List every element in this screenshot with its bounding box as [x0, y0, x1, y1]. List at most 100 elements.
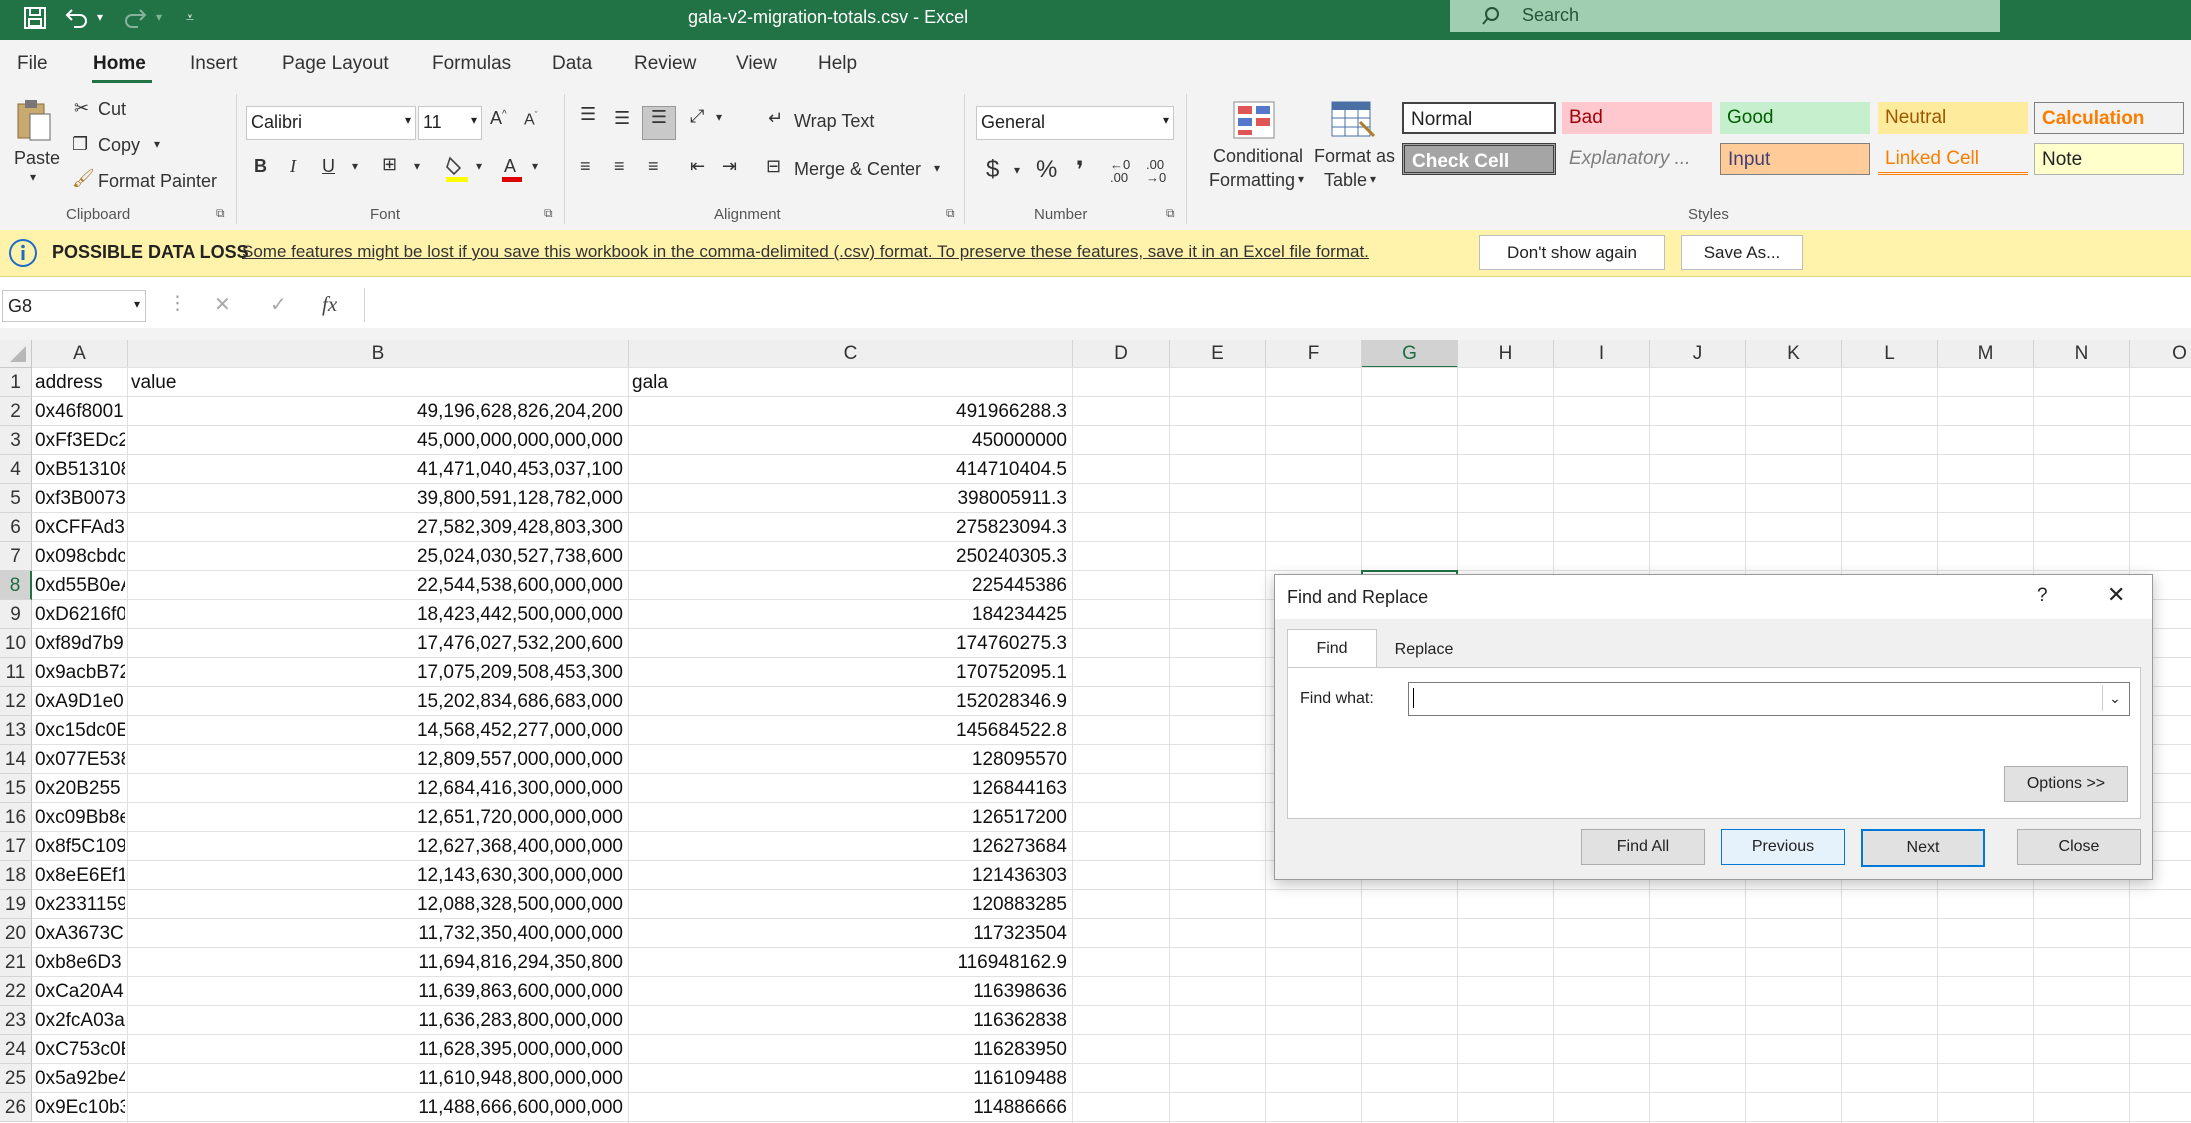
align-right-icon[interactable]: ≡	[648, 156, 659, 177]
cell[interactable]: 0xc15dc0E	[35, 716, 125, 745]
format-painter-icon[interactable]: 🖌	[72, 168, 95, 189]
row-header[interactable]: 16	[0, 803, 32, 832]
row-header[interactable]: 11	[0, 658, 32, 687]
cell[interactable]: 152028346.9	[632, 687, 1070, 716]
row-header[interactable]: 9	[0, 600, 32, 629]
fill-color-icon[interactable]	[444, 154, 470, 184]
cell[interactable]: 11,694,816,294,350,800	[131, 948, 626, 977]
cell[interactable]: 11,488,666,600,000,000	[131, 1093, 626, 1122]
cell[interactable]: 39,800,591,128,782,000	[131, 484, 626, 513]
style-explanatory[interactable]: Explanatory ...	[1562, 143, 1712, 175]
style-good[interactable]: Good	[1720, 102, 1870, 134]
cell[interactable]: 11,639,863,600,000,000	[131, 977, 626, 1006]
cell[interactable]: 11,628,395,000,000,000	[131, 1035, 626, 1064]
cell[interactable]: 414710404.5	[632, 455, 1070, 484]
bold-button[interactable]: B	[254, 156, 267, 177]
cell[interactable]: 450000000	[632, 426, 1070, 455]
options-button[interactable]: Options >>	[2004, 766, 2128, 802]
cut-button[interactable]: Cut	[98, 99, 126, 120]
row-header[interactable]: 26	[0, 1093, 32, 1122]
cell[interactable]: 0xd55B0eA	[35, 571, 125, 600]
cell[interactable]: 275823094.3	[632, 513, 1070, 542]
cell[interactable]: 170752095.1	[632, 658, 1070, 687]
comma-style-icon[interactable]: ❜	[1076, 156, 1084, 185]
cell[interactable]: 0xD6216f0	[35, 600, 125, 629]
style-note[interactable]: Note	[2034, 143, 2184, 175]
cell[interactable]: 0xC753c0E	[35, 1035, 125, 1064]
borders-dropdown-icon[interactable]: ▾	[414, 159, 420, 173]
cell[interactable]: 22,544,538,600,000,000	[131, 571, 626, 600]
wrap-text-button[interactable]: Wrap Text	[794, 111, 874, 132]
paste-dropdown-icon[interactable]: ▾	[30, 170, 36, 184]
cell[interactable]: 45,000,000,000,000,000	[131, 426, 626, 455]
undo-icon[interactable]	[62, 5, 90, 31]
font-color-icon[interactable]: A	[500, 154, 524, 184]
number-launcher-icon[interactable]: ⧉	[1166, 206, 1175, 221]
decrease-indent-icon[interactable]: ⇤	[690, 156, 705, 177]
cell[interactable]: 225445386	[632, 571, 1070, 600]
conditional-formatting-label-1[interactable]: Conditional	[1208, 146, 1308, 167]
cell[interactable]: 145684522.8	[632, 716, 1070, 745]
paste-button[interactable]: Paste	[14, 148, 60, 169]
underline-button[interactable]: U	[322, 156, 335, 177]
cell[interactable]: 174760275.3	[632, 629, 1070, 658]
tab-replace[interactable]: Replace	[1379, 633, 1469, 667]
column-header-n[interactable]: N	[2034, 340, 2130, 368]
row-header[interactable]: 1	[0, 368, 32, 397]
row-header[interactable]: 15	[0, 774, 32, 803]
column-header-b[interactable]: B	[128, 340, 629, 368]
cell[interactable]: 117323504	[632, 919, 1070, 948]
cell[interactable]: 126844163	[632, 774, 1070, 803]
cell[interactable]: 0x20B255	[35, 774, 125, 803]
menu-review[interactable]: Review	[634, 53, 696, 75]
cell[interactable]: 0xc09Bb8e	[35, 803, 125, 832]
tab-find[interactable]: Find	[1287, 629, 1377, 668]
save-icon[interactable]	[22, 5, 48, 31]
menu-insert[interactable]: Insert	[190, 53, 238, 75]
column-header-f[interactable]: F	[1266, 340, 1362, 368]
decrease-decimal-icon[interactable]: .00 →0	[1146, 158, 1166, 184]
conditional-formatting-dropdown-icon[interactable]: ▾	[1298, 172, 1304, 186]
cell[interactable]: 0x8eE6Ef1	[35, 861, 125, 890]
style-linked-cell[interactable]: Linked Cell	[1878, 143, 2028, 175]
cell[interactable]: 0xf3B0073	[35, 484, 125, 513]
copy-dropdown-icon[interactable]: ▾	[154, 137, 160, 151]
cell[interactable]: 27,582,309,428,803,300	[131, 513, 626, 542]
row-header[interactable]: 5	[0, 484, 32, 513]
row-header[interactable]: 17	[0, 832, 32, 861]
row-header[interactable]: 8	[0, 571, 32, 600]
align-middle-icon[interactable]: ☰	[614, 108, 630, 129]
name-box[interactable]: G8 ▾	[2, 290, 146, 322]
menu-formulas[interactable]: Formulas	[432, 53, 511, 75]
cell[interactable]: 0xf89d7b9	[35, 629, 125, 658]
style-check-cell[interactable]: Check Cell	[1402, 143, 1556, 175]
cell[interactable]: 12,627,368,400,000,000	[131, 832, 626, 861]
row-header[interactable]: 7	[0, 542, 32, 571]
column-header-j[interactable]: J	[1650, 340, 1746, 368]
currency-icon[interactable]: $	[986, 156, 999, 184]
customize-toolbar-icon[interactable]: ⩡	[186, 0, 194, 40]
column-header-l[interactable]: L	[1842, 340, 1938, 368]
cell[interactable]: 11,636,283,800,000,000	[131, 1006, 626, 1035]
font-name-select[interactable]: Calibri ▾	[246, 106, 416, 140]
row-header[interactable]: 3	[0, 426, 32, 455]
search-box[interactable]: Search	[1450, 0, 2000, 32]
increase-indent-icon[interactable]: ⇥	[722, 156, 737, 177]
find-what-input[interactable]: ⌄	[1408, 682, 2130, 716]
clipboard-launcher-icon[interactable]: ⧉	[216, 206, 225, 221]
row-header[interactable]: 14	[0, 745, 32, 774]
cell[interactable]: value	[131, 368, 626, 397]
cell[interactable]: 126517200	[632, 803, 1070, 832]
currency-dropdown-icon[interactable]: ▾	[1014, 163, 1020, 177]
cell[interactable]: 17,476,027,532,200,600	[131, 629, 626, 658]
undo-dropdown-icon[interactable]: ▾	[97, 0, 103, 40]
cell[interactable]: 17,075,209,508,453,300	[131, 658, 626, 687]
cell[interactable]: 0xCFFAd3	[35, 513, 125, 542]
align-bottom-icon[interactable]: ☰	[642, 106, 676, 140]
cell[interactable]: 0x9acbB72	[35, 658, 125, 687]
column-header-a[interactable]: A	[32, 340, 128, 368]
cell[interactable]: 14,568,452,277,000,000	[131, 716, 626, 745]
row-header[interactable]: 6	[0, 513, 32, 542]
format-as-table-icon[interactable]	[1330, 98, 1376, 142]
column-header-e[interactable]: E	[1170, 340, 1266, 368]
